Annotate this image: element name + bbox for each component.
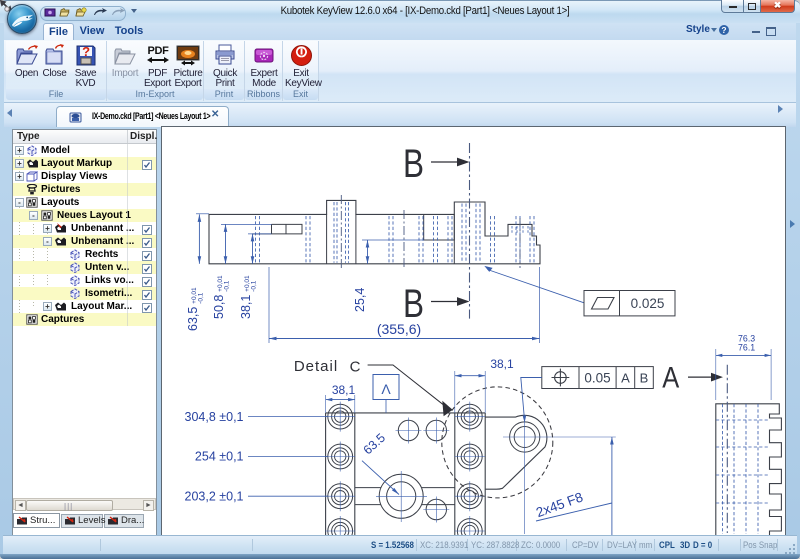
svg-text:-0,1: -0,1: [251, 280, 258, 292]
svg-text:38,1: 38,1: [239, 295, 253, 319]
svg-text:A: A: [621, 370, 630, 385]
svg-text:C: C: [350, 359, 361, 376]
svg-text:63,5: 63,5: [186, 307, 200, 331]
svg-text:B: B: [403, 282, 424, 326]
svg-text:?: ?: [82, 44, 90, 59]
svg-text:203,2 ±0,1: 203,2 ±0,1: [185, 489, 244, 503]
svg-text:38,1: 38,1: [490, 357, 514, 371]
svg-text:0.05: 0.05: [584, 370, 610, 385]
svg-text:254 ±0,1: 254 ±0,1: [195, 450, 244, 464]
svg-text:63.5: 63.5: [361, 431, 388, 458]
svg-text:Detail: Detail: [294, 358, 338, 375]
svg-text:B: B: [403, 142, 424, 186]
svg-text:A: A: [662, 362, 679, 395]
svg-text:76.1: 76.1: [738, 343, 755, 353]
svg-text:25,4: 25,4: [353, 288, 367, 312]
svg-text:38,1: 38,1: [332, 383, 356, 397]
svg-text:0.025: 0.025: [631, 296, 665, 311]
svg-text:-0,1: -0,1: [224, 280, 231, 292]
svg-text:-0,1: -0,1: [198, 292, 205, 304]
svg-text:Λ: Λ: [381, 381, 391, 397]
svg-text:304,8 ±0,1: 304,8 ±0,1: [185, 410, 244, 424]
svg-text:PDF: PDF: [147, 45, 169, 57]
svg-text:50,8: 50,8: [212, 295, 226, 319]
svg-text:B: B: [640, 370, 649, 385]
